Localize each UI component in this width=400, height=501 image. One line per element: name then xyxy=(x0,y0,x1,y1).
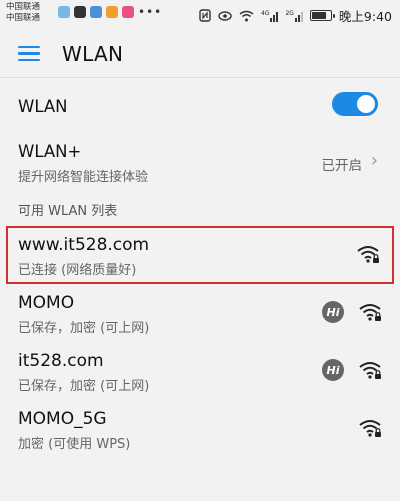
switch-knob xyxy=(357,95,375,113)
notification-app-icon xyxy=(58,6,70,18)
network-name: www.it528.com xyxy=(18,235,150,255)
wifi-status-icon xyxy=(239,10,254,21)
notification-app-icon xyxy=(106,6,118,18)
wlan-plus-status: 已开启 xyxy=(321,158,363,174)
wlan-label: WLAN xyxy=(18,96,68,116)
app-bar: WLAN xyxy=(0,30,400,78)
network-status: 已保存，加密 (可上网) xyxy=(18,379,150,394)
signal-label: 2G xyxy=(285,9,294,17)
signal-label: 4G xyxy=(260,9,270,17)
wlan-plus-row[interactable]: WLAN+ 提升网络智能连接体验 已开启 › xyxy=(0,134,400,192)
network-item[interactable]: MOMO 已保存，加密 (可上网) Hi xyxy=(0,284,400,342)
signal-4g-icon: 4G xyxy=(260,9,279,22)
network-item-connected[interactable]: www.it528.com 已连接 (网络质量好) xyxy=(6,226,394,284)
carrier-info: 中国联通 中国联通 xyxy=(6,2,40,24)
notification-icons: ••• xyxy=(58,6,162,18)
wifi-locked-icon xyxy=(357,246,379,263)
wifi-locked-icon xyxy=(359,304,381,321)
notification-app-icon xyxy=(90,6,102,18)
network-name: MOMO_5G xyxy=(18,409,107,429)
wifi-locked-icon xyxy=(359,362,381,379)
hilink-icon: Hi xyxy=(322,301,344,323)
signal-2g-icon: 2G xyxy=(285,9,303,22)
wifi-locked-icon xyxy=(359,420,381,437)
notification-app-icon xyxy=(122,6,134,18)
eye-comfort-icon xyxy=(218,10,232,21)
carrier-2: 中国联通 xyxy=(6,13,41,23)
status-bar: 中国联通 中国联通 ••• 4G 2G 晚上9:40 xyxy=(0,0,400,30)
menu-icon[interactable] xyxy=(18,45,40,62)
hilink-icon: Hi xyxy=(322,359,344,381)
network-status: 已连接 (网络质量好) xyxy=(18,263,137,278)
status-icons: 4G 2G 晚上9:40 xyxy=(199,6,392,25)
page-title: WLAN xyxy=(62,41,124,66)
clock: 晚上9:40 xyxy=(338,9,392,24)
network-status: 已保存，加密 (可上网) xyxy=(18,321,150,336)
more-notifications-icon: ••• xyxy=(138,5,163,19)
battery-icon xyxy=(309,10,335,21)
network-list: www.it528.com 已连接 (网络质量好) MOMO 已保存，加密 (可… xyxy=(0,226,400,458)
wlan-switch[interactable] xyxy=(332,92,378,116)
carrier-1: 中国联通 xyxy=(6,2,41,12)
network-item[interactable]: it528.com 已保存，加密 (可上网) Hi xyxy=(0,342,400,400)
network-status: 加密 (可使用 WPS) xyxy=(18,437,131,452)
network-item[interactable]: MOMO_5G 加密 (可使用 WPS) xyxy=(0,400,400,458)
nfc-icon xyxy=(199,9,211,22)
chevron-right-icon: › xyxy=(370,150,378,171)
available-networks-header: 可用 WLAN 列表 xyxy=(18,203,118,219)
wlan-toggle-row[interactable]: WLAN xyxy=(0,78,400,134)
wechat-icon xyxy=(74,6,86,18)
